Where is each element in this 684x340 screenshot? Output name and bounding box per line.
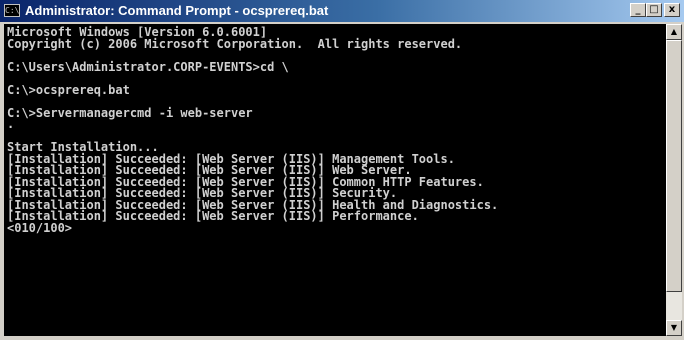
maximize-button[interactable]: □ (646, 3, 662, 17)
scroll-down-icon[interactable]: ▼ (666, 320, 682, 336)
console-line: . (7, 117, 15, 131)
command-prompt-window: C:\ Administrator: Command Prompt - ocsp… (0, 0, 684, 340)
close-button[interactable]: x (664, 3, 680, 17)
scroll-up-icon[interactable]: ▲ (666, 24, 682, 40)
scroll-thumb[interactable] (666, 40, 682, 292)
console-line: C:\Users\Administrator.CORP-EVENTS>cd \ (7, 59, 289, 74)
window-title: Administrator: Command Prompt - ocsprere… (25, 3, 329, 18)
cmd-icon[interactable]: C:\ (4, 4, 20, 17)
console-line: Copyright (c) 2006 Microsoft Corporation… (7, 36, 463, 51)
console-output[interactable]: Microsoft Windows [Version 6.0.6001] Cop… (4, 24, 666, 336)
vertical-scrollbar[interactable]: ▲ ▼ (666, 24, 682, 336)
console-line: [Installation] Succeeded: [Web Server (I… (7, 209, 419, 223)
console-line: C:\>Servermanagercmd -i web-server (7, 105, 253, 120)
progress-line: <010/100> (7, 220, 73, 235)
console-line: C:\>ocsprereq.bat (7, 82, 130, 97)
minimize-button[interactable]: _ (630, 3, 646, 17)
title-bar[interactable]: C:\ Administrator: Command Prompt - ocsp… (0, 0, 684, 22)
